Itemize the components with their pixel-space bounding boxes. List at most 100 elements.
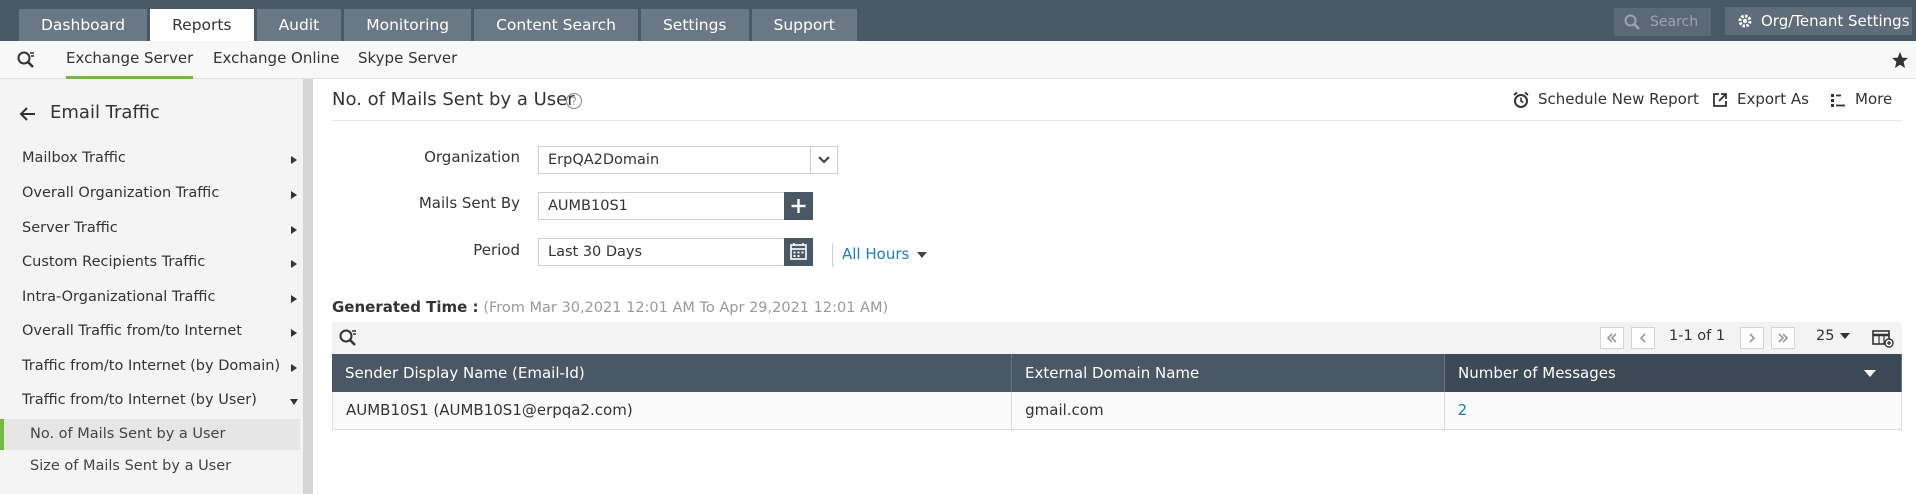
sidebar-item-label: Server Traffic	[22, 220, 118, 236]
organization-dropdown-button[interactable]	[810, 146, 838, 174]
sidebar-title: Email Traffic	[50, 102, 160, 123]
sidebar-scrollbar[interactable]	[303, 79, 313, 494]
star-icon[interactable]	[1891, 51, 1909, 69]
sidebar-item-label: Overall Traffic from/to Internet	[22, 323, 242, 339]
tab-monitoring[interactable]: Monitoring	[344, 9, 472, 41]
sort-desc-icon	[1864, 370, 1876, 377]
sidebar-item-label: Custom Recipients Traffic	[22, 254, 206, 270]
tab-support[interactable]: Support	[751, 9, 857, 41]
page-size-value: 25	[1816, 328, 1835, 344]
caret-right-icon	[291, 226, 297, 234]
organization-select[interactable]: ErpQA2Domain	[538, 146, 811, 174]
table-toolbar: 1-1 of 1 25	[332, 322, 1902, 354]
help-icon[interactable]: ?	[565, 92, 583, 110]
sub-nav: Exchange Server Exchange Online Skype Se…	[0, 41, 1916, 79]
sidebar-item-mailbox-traffic[interactable]: Mailbox Traffic	[22, 150, 298, 166]
sidebar-item-label: Overall Organization Traffic	[22, 185, 220, 201]
filter-search-icon[interactable]	[16, 50, 36, 70]
gear-icon	[1738, 14, 1752, 28]
sidebar-item-label: Mailbox Traffic	[22, 150, 126, 166]
page-size-select[interactable]: 25	[1816, 328, 1851, 344]
caret-right-icon	[291, 156, 297, 164]
add-user-button[interactable]	[784, 192, 813, 220]
next-page-button[interactable]	[1740, 327, 1764, 349]
tab-reports[interactable]: Reports	[150, 9, 254, 41]
tab-dashboard[interactable]: Dashboard	[19, 9, 148, 41]
plus-icon	[791, 199, 806, 213]
hours-dropdown[interactable]: All Hours	[832, 243, 928, 267]
back-arrow-icon[interactable]	[18, 105, 38, 123]
sidebar-item-server-traffic[interactable]: Server Traffic	[22, 220, 298, 236]
cell-message-count-link[interactable]: 2	[1445, 392, 1901, 429]
subnav-skype-server[interactable]: Skype Server	[358, 41, 457, 79]
subnav-exchange-server[interactable]: Exchange Server	[66, 41, 194, 79]
caret-right-icon	[291, 260, 297, 268]
sidebar: Email Traffic Mailbox Traffic Overall Or…	[0, 79, 303, 494]
sidebar-item-internet-by-user[interactable]: Traffic from/to Internet (by User)	[22, 392, 298, 408]
svg-text:?: ?	[571, 95, 577, 108]
first-page-button[interactable]	[1600, 327, 1624, 349]
sidebar-subitem-size-sent[interactable]: Size of Mails Sent by a User	[0, 451, 300, 482]
sidebar-item-overall-internet[interactable]: Overall Traffic from/to Internet	[22, 323, 298, 339]
double-chevron-left-icon	[1606, 333, 1617, 343]
caret-right-icon	[291, 364, 297, 372]
tab-audit[interactable]: Audit	[256, 9, 342, 41]
tab-settings[interactable]: Settings	[640, 9, 749, 41]
export-icon	[1713, 93, 1727, 107]
caret-right-icon	[291, 191, 297, 199]
generated-time: Generated Time : (From Mar 30,2021 12:01…	[332, 298, 888, 316]
sidebar-item-label: Traffic from/to Internet (by Domain)	[22, 358, 281, 374]
tab-content-search[interactable]: Content Search	[474, 9, 638, 41]
caret-down-icon	[290, 399, 298, 405]
period-field[interactable]: Last 30 Days	[538, 238, 785, 266]
hours-value: All Hours	[842, 245, 910, 263]
export-as-button[interactable]: Export As	[1711, 90, 1809, 108]
mails-sent-by-label: Mails Sent By	[418, 194, 520, 212]
sidebar-header: Email Traffic	[0, 99, 300, 129]
caret-down-icon	[917, 251, 928, 258]
chevron-down-icon	[818, 156, 830, 164]
mails-sent-by-field[interactable]: AUMB10S1	[538, 192, 785, 220]
more-icon	[1831, 94, 1845, 107]
column-header-label: Number of Messages	[1458, 364, 1616, 382]
column-header-domain[interactable]: External Domain Name	[1012, 354, 1445, 392]
sidebar-subitem-mails-sent[interactable]: No. of Mails Sent by a User	[0, 419, 300, 450]
alarm-clock-icon	[1513, 91, 1529, 108]
top-bar: Dashboard Reports Audit Monitoring Conte…	[0, 0, 1916, 41]
sidebar-item-intra-org[interactable]: Intra-Organizational Traffic	[22, 289, 298, 305]
table-search-icon[interactable]	[338, 328, 358, 348]
generated-time-range: (From Mar 30,2021 12:01 AM To Apr 29,202…	[483, 300, 889, 316]
calendar-button[interactable]	[784, 238, 813, 266]
more-button[interactable]: More	[1829, 90, 1892, 108]
sidebar-item-overall-org-traffic[interactable]: Overall Organization Traffic	[22, 185, 298, 201]
chevron-right-icon	[1749, 333, 1756, 343]
column-header-sender[interactable]: Sender Display Name (Email-Id)	[332, 354, 1012, 392]
subnav-exchange-online[interactable]: Exchange Online	[213, 41, 339, 79]
column-header-messages[interactable]: Number of Messages	[1445, 354, 1902, 392]
generated-time-label: Generated Time :	[332, 298, 479, 316]
org-settings-button[interactable]: Org/Tenant Settings	[1725, 7, 1912, 35]
global-search[interactable]: Search	[1614, 8, 1711, 36]
table-row: AUMB10S1 (AUMB10S1@erpqa2.com) gmail.com…	[332, 392, 1902, 430]
calendar-icon	[790, 243, 807, 260]
sidebar-item-internet-by-domain[interactable]: Traffic from/to Internet (by Domain)	[22, 358, 298, 374]
title-divider	[332, 120, 1902, 121]
org-settings-label: Org/Tenant Settings	[1761, 12, 1910, 30]
sidebar-item-custom-recipients[interactable]: Custom Recipients Traffic	[22, 254, 298, 270]
period-label: Period	[473, 241, 520, 259]
top-tabs: Dashboard Reports Audit Monitoring Conte…	[19, 9, 857, 41]
cell-sender: AUMB10S1 (AUMB10S1@erpqa2.com)	[333, 392, 1013, 429]
caret-right-icon	[291, 295, 297, 303]
page-title: No. of Mails Sent by a User	[332, 89, 575, 110]
sidebar-item-label: Intra-Organizational Traffic	[22, 289, 216, 305]
caret-down-icon	[1840, 333, 1851, 339]
column-settings-icon[interactable]	[1872, 328, 1894, 348]
cell-domain: gmail.com	[1012, 392, 1445, 429]
search-icon	[1624, 14, 1640, 30]
prev-page-button[interactable]	[1631, 327, 1655, 349]
schedule-report-button[interactable]: Schedule New Report	[1512, 90, 1699, 108]
table-header: Sender Display Name (Email-Id) External …	[332, 354, 1902, 392]
organization-label: Organization	[424, 148, 520, 166]
report-table: Sender Display Name (Email-Id) External …	[332, 354, 1902, 430]
last-page-button[interactable]	[1771, 327, 1795, 349]
